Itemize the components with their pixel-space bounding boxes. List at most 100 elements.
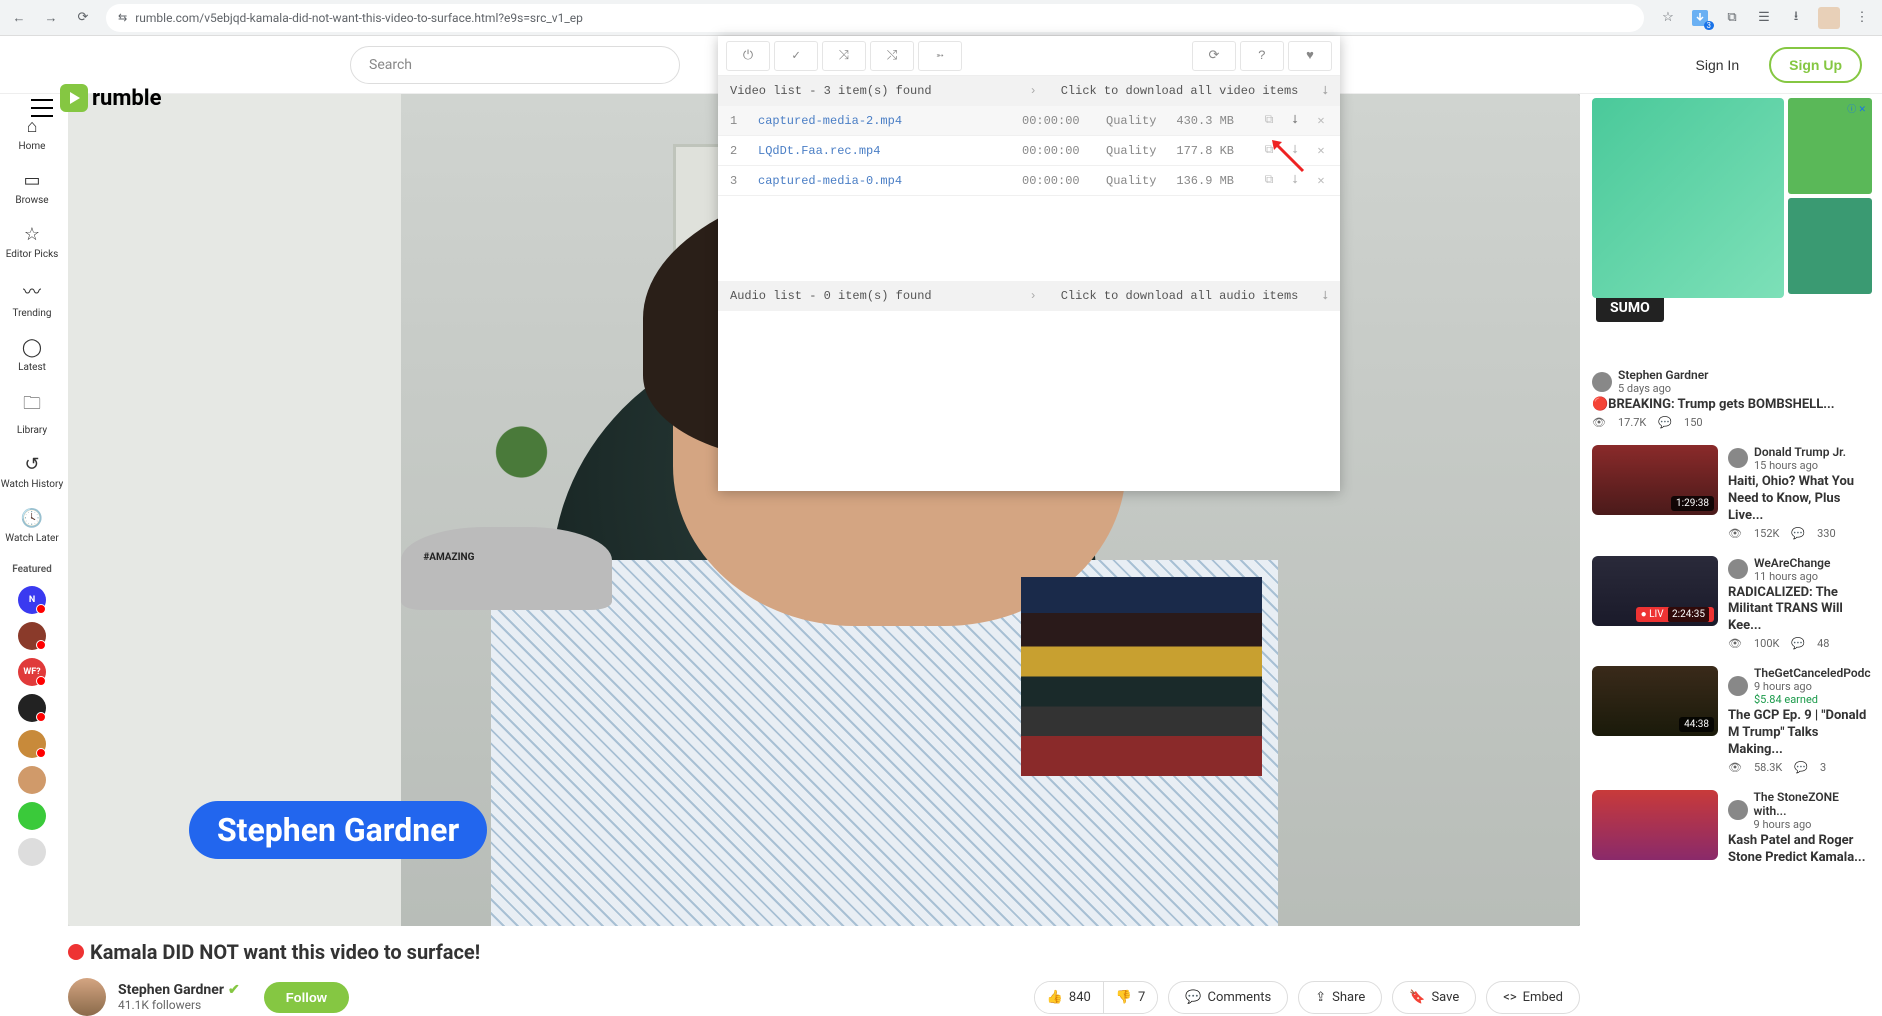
channel-avatar-small[interactable] bbox=[1728, 676, 1748, 696]
rec-channel-name[interactable]: Stephen Gardner bbox=[1618, 368, 1708, 382]
recommended-item[interactable]: Stephen Gardner 5 days ago 🔴BREAKING: Tr… bbox=[1592, 368, 1872, 429]
save-button[interactable]: 🔖 Save bbox=[1392, 981, 1476, 1014]
channel-avatar-small[interactable] bbox=[1728, 800, 1748, 820]
sidebar-item-library[interactable]: 🗀Library bbox=[0, 383, 64, 444]
channel-avatar-small[interactable] bbox=[1728, 448, 1748, 468]
rec-channel-name[interactable]: The StoneZONE with... bbox=[1754, 790, 1872, 818]
channel-avatar-small[interactable] bbox=[1592, 372, 1612, 392]
channel-avatar[interactable] bbox=[68, 978, 106, 1016]
video-thumbnail[interactable]: 44:38 bbox=[1592, 666, 1718, 736]
rec-title[interactable]: RADICALIZED: The Militant TRANS Will Kee… bbox=[1728, 585, 1872, 636]
ad-box-left[interactable] bbox=[1592, 98, 1784, 298]
featured-channel-avatar[interactable]: N bbox=[18, 586, 46, 614]
heart-button[interactable]: ♥ bbox=[1288, 41, 1332, 71]
channel-avatar-small[interactable] bbox=[1728, 559, 1748, 579]
download-all-audio-icon[interactable]: ⭣ bbox=[1322, 289, 1328, 303]
download-icon[interactable]: ⭣ bbox=[1288, 143, 1302, 158]
download-all-audio-link[interactable]: Click to download all audio items bbox=[1061, 289, 1299, 303]
featured-channel-avatar[interactable] bbox=[18, 694, 46, 722]
filename-link[interactable]: captured-media-0.mp4 bbox=[758, 174, 1008, 188]
help-button[interactable]: ? bbox=[1240, 41, 1284, 71]
sidebar-item-watch-history[interactable]: ↺Watch History bbox=[0, 446, 64, 498]
rec-channel-name[interactable]: WeAreChange bbox=[1754, 556, 1830, 570]
ad-box-bottom-right[interactable] bbox=[1788, 198, 1872, 294]
rumble-logo[interactable]: rumble bbox=[60, 84, 162, 112]
sidebar-label: Watch History bbox=[1, 479, 63, 490]
downloads-icon[interactable]: ⭳ bbox=[1786, 8, 1806, 28]
reload-button[interactable]: ⟳ bbox=[74, 9, 92, 27]
close-icon[interactable]: ✕ bbox=[1314, 173, 1328, 188]
recommended-item[interactable]: 44:38 TheGetCanceledPodc 9 hours ago $5.… bbox=[1592, 666, 1872, 774]
like-button[interactable]: 👍 840 bbox=[1035, 982, 1104, 1013]
featured-channel-avatar[interactable]: WF? bbox=[18, 658, 46, 686]
sidebar-item-latest[interactable]: ◯Latest bbox=[0, 329, 64, 381]
recommended-item[interactable]: 1:29:38 Donald Trump Jr. 15 hours ago Ha… bbox=[1592, 445, 1872, 540]
video-thumbnail[interactable] bbox=[1592, 790, 1718, 860]
featured-channel-avatar[interactable] bbox=[18, 622, 46, 650]
sidebar-item-watch-later[interactable]: 🕓Watch Later bbox=[0, 500, 64, 552]
recommended-item[interactable]: The StoneZONE with... 9 hours ago Kash P… bbox=[1592, 790, 1872, 867]
featured-channel-avatar[interactable] bbox=[18, 730, 46, 758]
download-all-videos-link[interactable]: Click to download all video items bbox=[1061, 84, 1299, 98]
comments-button[interactable]: 💬 Comments bbox=[1168, 981, 1288, 1014]
profile-avatar-icon[interactable] bbox=[1818, 7, 1840, 29]
filename-link[interactable]: LQdDt.Faa.rec.mp4 bbox=[758, 144, 1008, 158]
close-icon[interactable]: ✕ bbox=[1314, 143, 1328, 158]
check-button[interactable]: ✓ bbox=[774, 41, 818, 71]
swap-button[interactable]: ⤭ bbox=[870, 41, 914, 71]
rec-title[interactable]: The GCP Ep. 9 | "Donald M Trump" Talks M… bbox=[1728, 708, 1872, 759]
rec-channel-name[interactable]: Donald Trump Jr. bbox=[1754, 445, 1846, 459]
reading-list-icon[interactable]: ☰ bbox=[1754, 8, 1774, 28]
downloader-extension-icon[interactable] bbox=[1690, 8, 1710, 28]
follow-button[interactable]: Follow bbox=[264, 982, 349, 1013]
power-button[interactable]: ⏻ bbox=[726, 41, 770, 71]
signup-button[interactable]: Sign Up bbox=[1769, 47, 1862, 83]
extensions-icon[interactable]: ⧉ bbox=[1722, 8, 1742, 28]
embed-button[interactable]: <> Embed bbox=[1486, 981, 1580, 1014]
ad-box-top-right[interactable]: ⓘ ✕ bbox=[1788, 98, 1872, 194]
hamburger-menu-button[interactable] bbox=[22, 88, 62, 128]
featured-channel-avatar[interactable] bbox=[18, 766, 46, 794]
rec-channel-name[interactable]: TheGetCanceledPodc bbox=[1754, 666, 1871, 680]
featured-heading: Featured bbox=[12, 564, 52, 575]
share-button[interactable]: ⇪ Share bbox=[1298, 981, 1382, 1014]
forward-button[interactable]: → bbox=[42, 9, 60, 27]
site-info-icon[interactable]: ⇆ bbox=[118, 11, 127, 24]
download-icon[interactable]: ⭣ bbox=[1288, 113, 1302, 128]
star-bookmark-icon[interactable]: ☆ bbox=[1658, 8, 1678, 28]
address-bar[interactable]: ⇆ rumble.com/v5ebjqd-kamala-did-not-want… bbox=[106, 4, 1644, 32]
rec-stats: 👁 58.3K 💬 3 bbox=[1728, 761, 1872, 774]
rec-title[interactable]: Haiti, Ohio? What You Need to Know, Plus… bbox=[1728, 474, 1872, 525]
featured-channel-avatar[interactable] bbox=[18, 838, 46, 866]
duration-text: 00:00:00 bbox=[1022, 144, 1092, 158]
video-thumbnail[interactable]: ● LIV 2:24:35 bbox=[1592, 556, 1718, 626]
sidebar-item-browse[interactable]: ▭Browse bbox=[0, 162, 64, 214]
ad-info-icon[interactable]: ⓘ ✕ bbox=[1847, 102, 1866, 115]
copy-icon[interactable]: ⧉ bbox=[1262, 143, 1276, 158]
sidebar-item-trending[interactable]: 〰Trending bbox=[0, 270, 64, 327]
copy-icon[interactable]: ⧉ bbox=[1262, 113, 1276, 128]
rec-title[interactable]: 🔴BREAKING: Trump gets BOMBSHELL... bbox=[1592, 397, 1835, 414]
shuffle-button[interactable]: ⤨ bbox=[822, 41, 866, 71]
kebab-menu-icon[interactable]: ⋮ bbox=[1852, 8, 1872, 28]
video-thumbnail[interactable]: 1:29:38 bbox=[1592, 445, 1718, 515]
rec-title[interactable]: Kash Patel and Roger Stone Predict Kamal… bbox=[1728, 833, 1872, 867]
logo-play-icon bbox=[60, 84, 88, 112]
recommended-item[interactable]: ● LIV 2:24:35 WeAreChange 11 hours ago R… bbox=[1592, 556, 1872, 651]
download-icon[interactable]: ⭣ bbox=[1288, 173, 1302, 188]
sidebar-item-editor-picks[interactable]: ☆Editor Picks bbox=[0, 216, 64, 268]
filename-link[interactable]: captured-media-2.mp4 bbox=[758, 114, 1008, 128]
dislike-button[interactable]: 👎 7 bbox=[1104, 982, 1158, 1013]
download-all-icon[interactable]: ⭣ bbox=[1322, 84, 1328, 98]
signin-button[interactable]: Sign In bbox=[1678, 47, 1758, 83]
close-icon[interactable]: ✕ bbox=[1314, 113, 1328, 128]
merge-button[interactable]: ➳ bbox=[918, 41, 962, 71]
channel-name[interactable]: Stephen Gardner ✔ bbox=[118, 982, 240, 998]
copy-icon[interactable]: ⧉ bbox=[1262, 173, 1276, 188]
video-list-header: Video list - 3 item(s) found › Click to … bbox=[718, 76, 1340, 106]
sumo-badge[interactable]: SUMO bbox=[1596, 294, 1664, 322]
refresh-button[interactable]: ⟳ bbox=[1192, 41, 1236, 71]
featured-channel-avatar[interactable] bbox=[18, 802, 46, 830]
search-input[interactable]: Search bbox=[350, 46, 680, 84]
back-button[interactable]: ← bbox=[10, 9, 28, 27]
